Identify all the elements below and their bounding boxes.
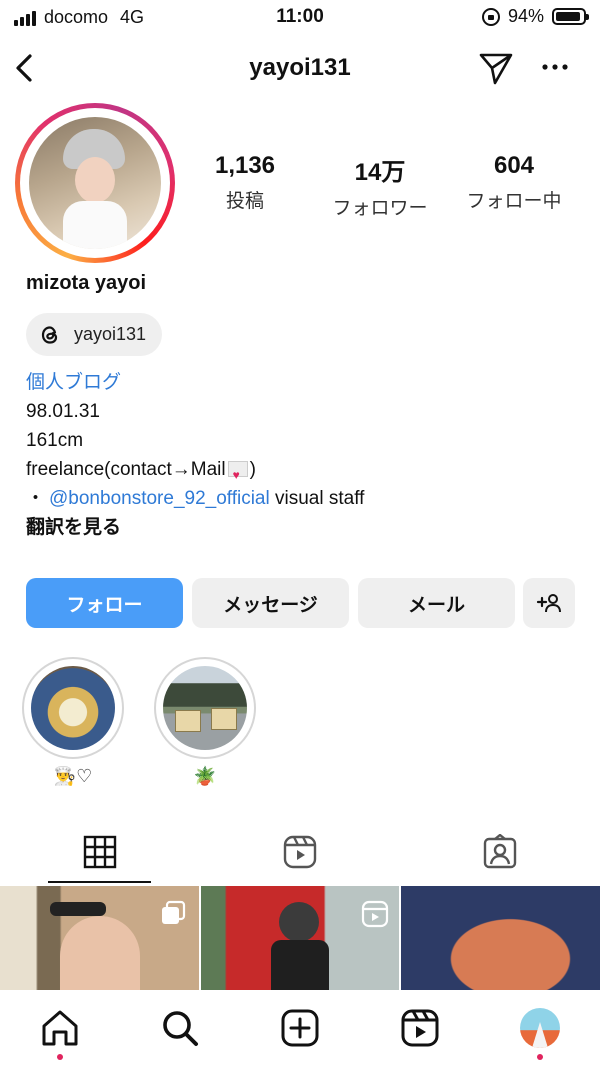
profile-notification-dot <box>537 1054 543 1060</box>
threads-handle: yayoi131 <box>74 324 147 344</box>
love-letter-icon <box>227 461 248 490</box>
post-thumbnail[interactable] <box>401 886 600 990</box>
display-name: mizota yayoi <box>26 272 147 294</box>
translate-link[interactable]: 翻訳を見る <box>26 513 364 542</box>
following-label: フォロー中 <box>466 191 562 212</box>
bottom-navigation <box>0 990 600 1067</box>
add-person-icon <box>536 594 561 613</box>
status-right: 94% <box>481 6 589 27</box>
tab-posts[interactable] <box>0 820 200 884</box>
battery-percent: 94% <box>507 6 544 26</box>
profile-nav-avatar[interactable] <box>520 1008 560 1048</box>
follow-button[interactable]: フォロー <box>26 578 183 628</box>
avatar-photo <box>29 117 161 249</box>
active-tab-indicator <box>48 881 151 883</box>
highlight-label-plants: 🪴 <box>193 766 217 786</box>
tab-reels[interactable] <box>200 820 400 884</box>
profile-bio: 個人ブログ 98.01.31 161cm freelance(contact→M… <box>26 368 364 542</box>
bio-bullet: ・ <box>26 488 46 509</box>
reels-icon <box>283 835 317 869</box>
followers-label: フォロワー <box>332 198 428 219</box>
highlight-cover-food <box>31 666 115 750</box>
story-highlight-plants[interactable] <box>154 657 256 759</box>
post-grid <box>0 886 600 990</box>
suggested-users-button[interactable] <box>523 578 575 628</box>
status-bar: docomo 4G 11:00 94% <box>0 0 600 36</box>
home-icon[interactable] <box>40 1008 80 1048</box>
tagged-icon <box>483 834 517 869</box>
grid-icon <box>83 835 117 869</box>
blog-link[interactable]: 個人ブログ <box>26 368 364 397</box>
bio-contact-close: ) <box>249 459 256 480</box>
bio-contact: freelance(contact→Mail) <box>26 455 364 490</box>
tab-tagged[interactable] <box>400 820 600 884</box>
post-thumbnail[interactable] <box>201 886 399 990</box>
carousel-icon <box>162 900 186 924</box>
stat-posts[interactable]: 1,136 投稿 <box>180 152 310 213</box>
bio-birthday: 98.01.31 <box>26 401 100 422</box>
battery-icon <box>552 8 589 25</box>
profile-tabs <box>0 820 600 884</box>
search-icon[interactable] <box>160 1008 200 1048</box>
message-button[interactable]: メッセージ <box>192 578 349 628</box>
profile-header: yayoi131 <box>0 44 600 92</box>
bio-contact-text: freelance(contact→Mail <box>26 459 226 480</box>
reel-indicator-icon <box>361 900 389 928</box>
stat-followers[interactable]: 14万 フォロワー <box>315 152 445 220</box>
more-icon[interactable] <box>540 52 570 82</box>
following-count: 604 <box>493 152 535 179</box>
orientation-lock-icon <box>481 7 500 26</box>
highlight-cover-plants <box>163 666 247 750</box>
home-notification-dot <box>57 1054 63 1060</box>
post-thumbnail[interactable] <box>0 886 199 990</box>
reels-nav-icon[interactable] <box>400 1008 440 1048</box>
profile-avatar[interactable] <box>15 103 175 263</box>
posts-count: 1,136 <box>214 152 276 179</box>
threads-badge[interactable]: yayoi131 <box>26 313 163 356</box>
send-icon[interactable] <box>478 50 514 86</box>
mention-link[interactable]: @bonbonstore_92_official <box>49 488 270 509</box>
followers-count: 14万 <box>354 159 406 186</box>
create-icon[interactable] <box>280 1008 320 1048</box>
bio-height: 161cm <box>26 430 84 451</box>
avatar-border <box>20 108 170 258</box>
email-button[interactable]: メール <box>358 578 515 628</box>
threads-icon <box>41 325 58 344</box>
stat-following[interactable]: 604 フォロー中 <box>449 152 579 213</box>
story-highlight-cooking[interactable] <box>22 657 124 759</box>
highlight-label-cooking: 👨‍🍳♡ <box>53 766 93 786</box>
posts-label: 投稿 <box>225 191 264 212</box>
bio-work: ・ @bonbonstore_92_official visual staff <box>26 484 364 513</box>
bio-work-text: visual staff <box>269 488 365 509</box>
battery-fill <box>556 12 581 21</box>
